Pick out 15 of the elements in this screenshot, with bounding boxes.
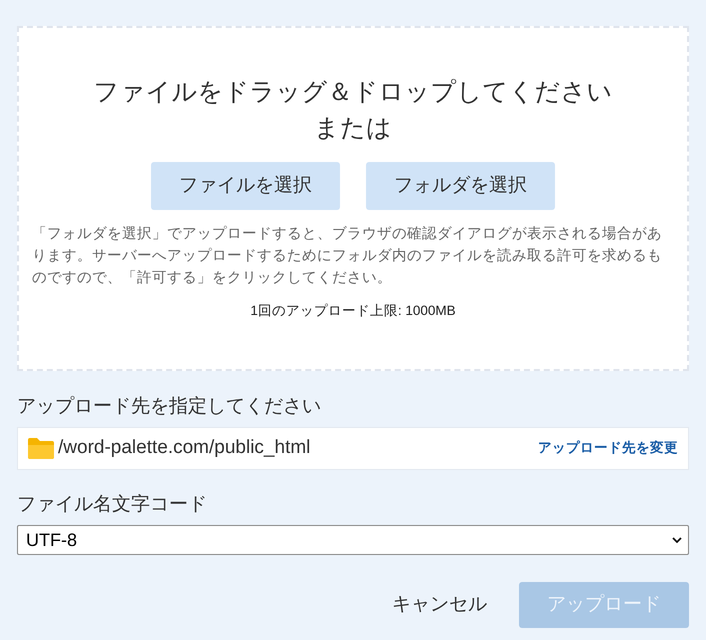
chevron-down-icon bbox=[672, 537, 682, 543]
change-destination-link[interactable]: アップロード先を変更 bbox=[538, 438, 678, 459]
drop-zone[interactable]: ファイルをドラッグ＆ドロップしてください または ファイルを選択 フォルダを選択 「フォルダを選択」でアップロードすると、ブラウザの確認ダイアログが表示される場合があります。サーバーへアップロードするためにフォルダ内のファイルを読み取る許可を求めるものですので、「許可する」をクリックしてください。 1回のアップロード上限: 1000MB bbox=[17, 26, 689, 371]
encoding-select[interactable]: UTF-8 bbox=[17, 525, 689, 555]
drop-zone-title: ファイルをドラッグ＆ドロップしてください bbox=[94, 77, 612, 108]
select-button[interactable]: ファイルを選択 bbox=[151, 162, 340, 210]
info-note: 「フォルダを選択」でアップロードすると、ブラウザの確認ダイアログが表示される場合があります。サーバーへアップロードするためにフォルダ内のファイルを読み取る許可を求めるものですので、「許可する」をクリックしてください。 bbox=[32, 224, 663, 288]
or-text: または bbox=[314, 113, 392, 144]
cancel-button[interactable]: キャンセル bbox=[378, 582, 501, 628]
path-text: /word-palette.com/public_html bbox=[58, 436, 310, 460]
encoding-label: ファイル名文字コード bbox=[17, 493, 208, 517]
select-button[interactable]: フォルダを選択 bbox=[366, 162, 555, 210]
destination-label: アップロード先を指定してください bbox=[17, 395, 322, 419]
folder-icon bbox=[28, 438, 54, 459]
upload-limit-text: 1回のアップロード上限: 1000MB bbox=[250, 302, 456, 320]
